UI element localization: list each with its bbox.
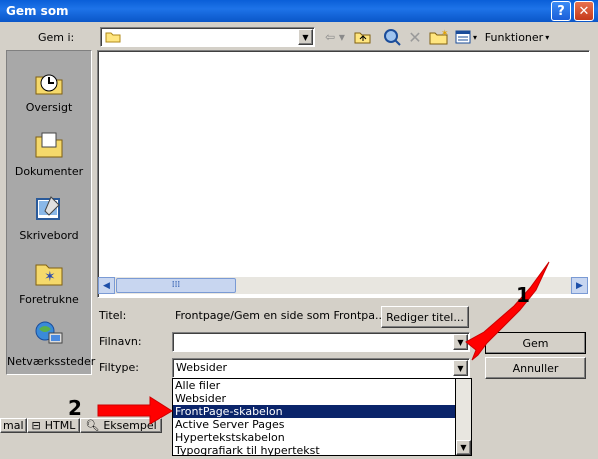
filetype-option-selected[interactable]: FrontPage-skabelon bbox=[173, 405, 455, 418]
delete-button[interactable]: ✕ bbox=[405, 27, 425, 47]
options-scroll-down[interactable]: ▼ bbox=[456, 440, 471, 455]
filetype-options-list[interactable]: Alle filer Websider FrontPage-skabelon A… bbox=[172, 378, 456, 457]
edit-title-button[interactable]: Rediger titel... bbox=[381, 306, 469, 328]
folder-icon bbox=[105, 32, 121, 43]
tab-preview[interactable]: 🔍︎ Eksempel bbox=[80, 417, 162, 433]
help-icon: ? bbox=[557, 3, 565, 19]
tab-html-label: HTML bbox=[44, 418, 76, 432]
filetype-option[interactable]: Alle filer bbox=[173, 379, 455, 392]
cancel-button[interactable]: Annuller bbox=[485, 357, 586, 379]
file-list[interactable] bbox=[97, 50, 590, 298]
search-web-icon bbox=[384, 29, 401, 46]
chevron-left-icon: ◀ bbox=[103, 280, 110, 291]
tools-menu-button[interactable]: Funktioner ▾ bbox=[484, 27, 550, 47]
filetype-select[interactable]: Websider ▼ bbox=[172, 358, 470, 378]
title-label: Titel: bbox=[99, 309, 127, 322]
views-button[interactable]: ▾ bbox=[452, 27, 480, 47]
filetype-option[interactable]: Websider bbox=[173, 392, 455, 405]
options-scrollbar[interactable]: ▼ bbox=[456, 378, 472, 456]
title-bar: Gem som ? ✕ bbox=[0, 0, 598, 22]
help-button[interactable]: ? bbox=[551, 1, 571, 21]
back-button[interactable]: ⇦ ▾ bbox=[322, 27, 348, 47]
scroll-right-button[interactable]: ▶ bbox=[571, 277, 588, 294]
magnifier-icon: 🔍︎ bbox=[85, 418, 100, 432]
up-folder-button[interactable] bbox=[352, 27, 374, 47]
filetype-option[interactable]: Typografiark til hypertekst bbox=[173, 444, 455, 457]
filetype-option[interactable]: Hypertekstskabelon bbox=[173, 431, 455, 444]
filetype-option[interactable]: Active Server Pages bbox=[173, 418, 455, 431]
place-label: Dokumenter bbox=[14, 165, 84, 178]
save-in-label: Gem i: bbox=[38, 31, 75, 44]
place-desktop[interactable]: Skrivebord bbox=[7, 193, 91, 242]
views-icon bbox=[455, 30, 471, 44]
save-label: Gem bbox=[522, 336, 549, 350]
window-title: Gem som bbox=[6, 4, 69, 18]
svg-text:✶: ✶ bbox=[44, 269, 56, 285]
place-label: Skrivebord bbox=[19, 229, 79, 242]
places-bar: Oversigt Dokumenter Skrivebord ✶ Foretru… bbox=[6, 50, 95, 375]
place-history[interactable]: Oversigt bbox=[7, 65, 91, 114]
edit-title-label: Rediger titel... bbox=[386, 310, 464, 324]
chevron-right-icon: ▶ bbox=[576, 280, 583, 291]
page-title-value: Frontpage/Gem en side som Frontpa... bbox=[175, 309, 386, 322]
desktop-icon bbox=[36, 196, 60, 220]
scroll-left-button[interactable]: ◀ bbox=[98, 277, 115, 294]
delete-icon: ✕ bbox=[408, 27, 422, 47]
save-in-dropdown-arrow[interactable]: ▼ bbox=[298, 29, 313, 45]
up-folder-icon bbox=[354, 32, 371, 44]
filename-label: Filnavn: bbox=[99, 335, 142, 348]
back-arrow-icon: ⇦ ▾ bbox=[325, 30, 345, 44]
horizontal-scrollbar[interactable]: ◀ ⁞⁞⁞ ▶ bbox=[98, 277, 588, 294]
scroll-thumb[interactable]: ⁞⁞⁞ bbox=[116, 278, 236, 293]
close-icon: ✕ bbox=[578, 3, 590, 19]
new-folder-button[interactable]: ✶ bbox=[428, 27, 450, 47]
place-label: Netværkssteder bbox=[7, 355, 96, 368]
place-network[interactable]: Netværkssteder bbox=[7, 319, 95, 368]
history-icon bbox=[35, 74, 63, 95]
chevron-down-icon: ▾ bbox=[545, 32, 550, 42]
svg-text:✶: ✶ bbox=[441, 29, 449, 39]
filetype-label: Filtype: bbox=[99, 361, 139, 374]
network-icon bbox=[35, 321, 63, 344]
place-documents[interactable]: Dokumenter bbox=[7, 129, 91, 178]
place-favorites[interactable]: ✶ Foretrukne bbox=[7, 257, 91, 306]
new-folder-icon: ✶ bbox=[429, 29, 449, 45]
filename-dropdown-arrow[interactable]: ▼ bbox=[453, 334, 468, 350]
html-icon: ⊟ bbox=[31, 418, 41, 432]
annotation-number-1: 1 bbox=[516, 283, 530, 307]
tab-normal[interactable]: mal bbox=[0, 417, 27, 433]
favorites-icon: ✶ bbox=[35, 264, 63, 286]
place-label: Foretrukne bbox=[19, 293, 79, 306]
place-label: Oversigt bbox=[25, 101, 73, 114]
close-button[interactable]: ✕ bbox=[574, 1, 594, 21]
filename-input[interactable]: ▼ bbox=[172, 332, 470, 352]
save-button[interactable]: Gem bbox=[485, 332, 586, 354]
tab-preview-label: Eksempel bbox=[103, 418, 157, 432]
annotation-number-2: 2 bbox=[68, 396, 82, 420]
filetype-dropdown-arrow[interactable]: ▼ bbox=[453, 360, 468, 376]
documents-icon bbox=[35, 132, 63, 158]
cancel-label: Annuller bbox=[512, 361, 559, 375]
save-in-combo[interactable]: ▼ bbox=[100, 27, 315, 47]
search-web-button[interactable] bbox=[380, 27, 404, 47]
filetype-value: Websider bbox=[176, 361, 228, 374]
tools-label: Funktioner bbox=[484, 30, 544, 44]
